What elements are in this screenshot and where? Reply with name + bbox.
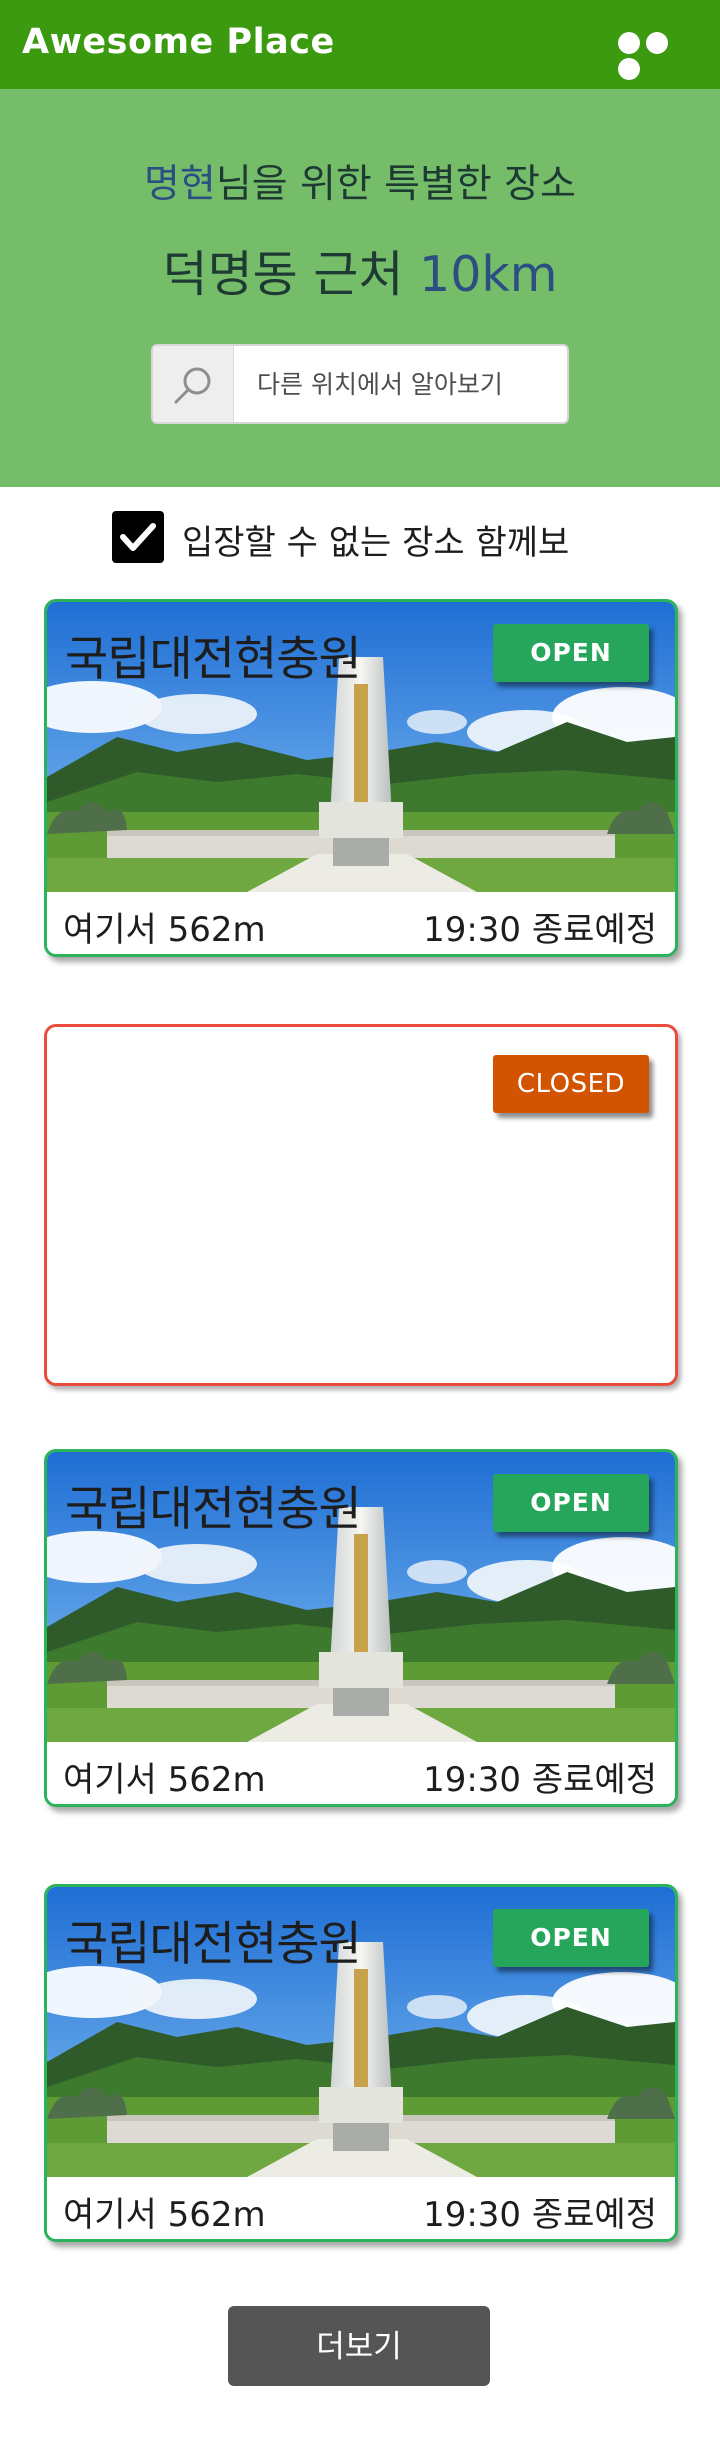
app-title: Awesome Place bbox=[22, 22, 335, 62]
status-badge: OPEN bbox=[493, 1909, 649, 1967]
place-footer: 여기서 562m 19:30 종료예정 bbox=[47, 1742, 675, 1804]
place-name: 국립대전현충원 bbox=[65, 1482, 362, 1537]
status-badge: OPEN bbox=[493, 1474, 649, 1532]
place-closing-time: 19:30 종료예정 bbox=[423, 1760, 657, 1800]
show-unavailable-label: 입장할 수 없는 장소 함께보 bbox=[182, 523, 570, 563]
place-name: 국립대전현충원 bbox=[65, 1917, 362, 1972]
place-distance: 여기서 562m bbox=[63, 2195, 266, 2235]
place-distance: 여기서 562m bbox=[63, 910, 266, 950]
checkbox-checked-icon[interactable] bbox=[112, 511, 164, 563]
place-card[interactable]: CLOSED bbox=[44, 1024, 678, 1386]
place-closing-time: 19:30 종료예정 bbox=[423, 2195, 657, 2235]
top-app-bar: Awesome Place bbox=[0, 0, 720, 89]
status-badge: CLOSED bbox=[493, 1055, 649, 1113]
place-closing-time: 19:30 종료예정 bbox=[423, 910, 657, 950]
more-dots-icon[interactable] bbox=[618, 32, 698, 80]
place-card[interactable]: 국립대전현충원 OPEN 여기서 562m 19:30 종료예정 bbox=[44, 599, 678, 957]
place-distance: 여기서 562m bbox=[63, 1760, 266, 1800]
hero-subtitle-text: 님을 위한 특별한 장소 bbox=[215, 162, 576, 207]
hero-location: 덕명동 근처 10km bbox=[0, 235, 720, 306]
search-icon[interactable] bbox=[153, 346, 234, 422]
load-more-button[interactable]: 더보기 bbox=[228, 2306, 490, 2386]
user-name: 명현 bbox=[144, 162, 216, 207]
place-footer: 여기서 562m 19:30 종료예정 bbox=[47, 2177, 675, 2239]
place-card[interactable]: 국립대전현충원 OPEN 여기서 562m 19:30 종료예정 bbox=[44, 1449, 678, 1807]
location-name: 덕명동 근처 bbox=[162, 246, 404, 303]
radius-distance: 10km bbox=[419, 246, 558, 303]
hero-subtitle: 명현님을 위한 특별한 장소 bbox=[0, 153, 720, 209]
place-name: 국립대전현충원 bbox=[65, 632, 362, 687]
place-footer: 여기서 562m 19:30 종료예정 bbox=[47, 892, 675, 954]
search-input[interactable] bbox=[233, 346, 567, 422]
status-badge: OPEN bbox=[493, 624, 649, 682]
search-box[interactable] bbox=[151, 344, 569, 424]
place-card[interactable]: 국립대전현충원 OPEN 여기서 562m 19:30 종료예정 bbox=[44, 1884, 678, 2242]
hero-banner: 명현님을 위한 특별한 장소 덕명동 근처 10km bbox=[0, 89, 720, 487]
